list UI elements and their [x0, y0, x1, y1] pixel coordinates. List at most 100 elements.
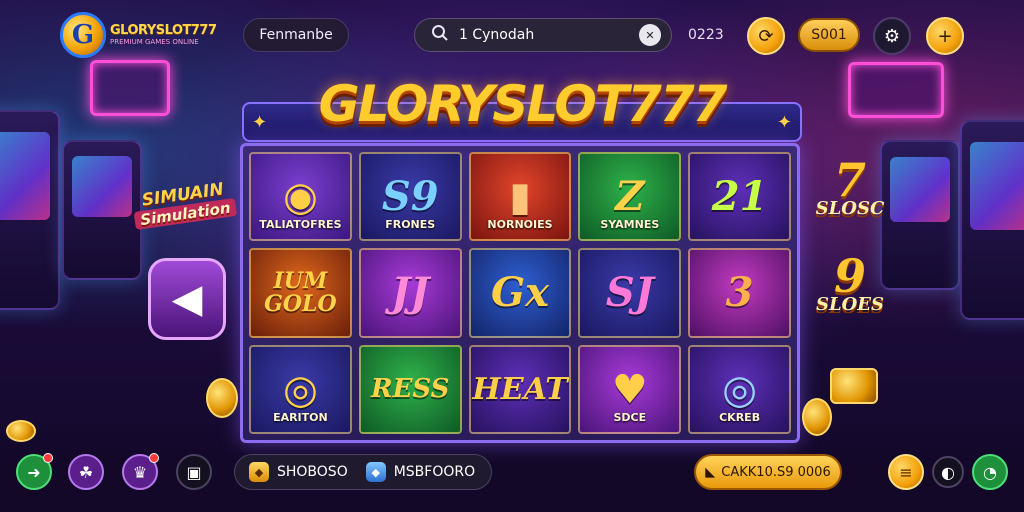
- ticket-icon: ◣: [705, 464, 716, 480]
- tile-symbol: SJ: [605, 269, 654, 317]
- wallet-button[interactable]: ▣: [176, 454, 212, 490]
- game-tile[interactable]: Z SYAMNES: [578, 152, 682, 242]
- search-bar[interactable]: 1 Cynodah ✕: [414, 18, 672, 52]
- claim-label: CAKK10.S9 0006: [721, 464, 831, 480]
- game-tile[interactable]: IUM GOLO: [249, 248, 352, 338]
- game-tile[interactable]: ◎ CKREB: [688, 344, 791, 434]
- game-tile[interactable]: ◉ TALIATOFRES: [249, 152, 352, 242]
- info-button[interactable]: ◐: [932, 456, 964, 488]
- side-symbol-number: 7: [833, 153, 866, 207]
- tile-label: NORNOIES: [487, 218, 553, 232]
- info-icon: ◐: [941, 462, 955, 482]
- chat-icon: ◔: [983, 462, 997, 482]
- slot-machine-decor: [960, 120, 1024, 320]
- notification-dot: [149, 453, 159, 463]
- tile-symbol: 21: [711, 173, 768, 221]
- search-icon: [431, 24, 449, 46]
- gear-icon: ⚙: [883, 25, 901, 47]
- game-tile[interactable]: S9 FRONES: [358, 152, 462, 242]
- game-tile[interactable]: ♥ SDCE: [578, 344, 682, 434]
- add-funds-button[interactable]: +: [926, 17, 964, 55]
- balance-value: S001: [811, 27, 847, 43]
- tile-label: TALIATOFRES: [259, 218, 342, 232]
- gold-bar-decor: [830, 368, 878, 404]
- tile-label: SDCE: [613, 411, 647, 424]
- neon-sign-decor: [90, 60, 170, 116]
- wallet-icon: ▣: [186, 462, 202, 482]
- refresh-icon: ⟳: [758, 25, 774, 47]
- tile-symbol: HEAT: [472, 371, 568, 407]
- side-symbol-label: SLOSC: [815, 198, 885, 220]
- bottom-info-bar[interactable]: ◆ SHOBOSO ◆ MSBFOORO: [234, 454, 492, 490]
- star-icon: ✦: [252, 112, 268, 133]
- game-tile[interactable]: SJ: [578, 248, 682, 338]
- game-tile[interactable]: JJ: [358, 248, 462, 338]
- tile-label: FRONES: [385, 218, 436, 232]
- coin-decor: [802, 398, 832, 436]
- gem-icon: ◆: [365, 462, 386, 482]
- game-tile[interactable]: RESS: [358, 344, 462, 434]
- settings-button[interactable]: ⚙: [873, 17, 911, 55]
- list-icon: ≡: [899, 462, 913, 482]
- banner-title: GLORYSLOT777: [318, 75, 728, 133]
- chat-button[interactable]: ◔: [972, 454, 1008, 490]
- clear-search-icon[interactable]: ✕: [639, 24, 661, 46]
- tile-symbol: 3: [725, 269, 754, 317]
- game-tile[interactable]: 3: [688, 248, 791, 338]
- previous-page-button[interactable]: ◀: [148, 258, 226, 340]
- side-symbol-number: 9: [833, 249, 866, 303]
- people-icon: ☘: [78, 462, 94, 482]
- slot-machine-decor: [62, 140, 142, 280]
- plus-icon: +: [937, 25, 953, 47]
- tile-symbol: ◉: [282, 173, 318, 221]
- tile-symbol: ▮: [508, 173, 531, 221]
- neon-sign-decor: [848, 62, 944, 118]
- game-tile[interactable]: ▮ NORNOIES: [468, 152, 572, 242]
- tile-label: EARITON: [273, 411, 328, 424]
- side-symbol-seven: 7 SLOSC: [810, 153, 890, 220]
- jackpot-counter: 0223: [688, 27, 724, 43]
- game-banner: ✦ ✦ GLORYSLOT777: [242, 62, 802, 146]
- gift-icon: ♛: [132, 462, 148, 482]
- side-symbol-nine: 9 SLOES: [810, 249, 890, 316]
- bottom-item-2: MSBFOORO: [393, 464, 476, 480]
- menu-button-label: Fenmanbe: [259, 27, 333, 43]
- star-icon: ✦: [776, 112, 792, 133]
- tile-symbol: ◎: [722, 365, 758, 413]
- balance-display[interactable]: S001: [798, 18, 860, 52]
- claim-button[interactable]: ◣ CAKK10.S9 0006: [694, 454, 842, 490]
- menu-button[interactable]: Fenmanbe: [243, 18, 349, 52]
- history-button[interactable]: ≡: [888, 454, 924, 490]
- tile-symbol: S9: [381, 173, 439, 221]
- slot-machine-decor: [880, 140, 960, 290]
- tile-symbol: ◎: [282, 365, 318, 413]
- tile-label: CKREB: [719, 411, 761, 424]
- side-symbol-label: SLOES: [815, 294, 885, 316]
- game-tile[interactable]: Gx: [468, 248, 572, 338]
- tile-symbol: JJ: [391, 269, 430, 317]
- logo-subtitle: PREMIUM GAMES ONLINE: [110, 38, 199, 46]
- coin-decor: [6, 420, 36, 442]
- tile-symbol: Z: [615, 173, 645, 221]
- friends-button[interactable]: ☘: [68, 454, 104, 490]
- logo-coin-icon: G: [60, 12, 106, 58]
- tile-label: SYAMNES: [600, 218, 660, 232]
- back-arrow-icon: ◀: [171, 276, 203, 322]
- tile-symbol: Gx: [490, 269, 549, 317]
- share-icon: ➜: [27, 462, 41, 482]
- game-tile[interactable]: 21: [688, 152, 791, 242]
- tile-symbol: RESS: [370, 374, 450, 405]
- game-tile[interactable]: HEAT: [468, 344, 572, 434]
- coin-decor: [206, 378, 238, 418]
- gift-button[interactable]: ♛: [122, 453, 159, 490]
- slot-grid: ◉ TALIATOFRES S9 FRONES ▮ NORNOIES Z SYAMNES…: [240, 143, 800, 443]
- logo-title: GLORYSLOT777: [110, 23, 217, 38]
- coin-icon: ◆: [249, 462, 269, 482]
- slot-machine-decor: [0, 110, 60, 310]
- search-input[interactable]: 1 Cynodah: [459, 27, 534, 43]
- refresh-button[interactable]: ⟳: [747, 17, 785, 55]
- app-logo[interactable]: G GLORYSLOT777 PREMIUM GAMES ONLINE: [60, 10, 220, 60]
- share-button[interactable]: ➜: [16, 453, 53, 490]
- game-tile[interactable]: ◎ EARITON: [249, 344, 352, 434]
- tile-symbol: ♥: [611, 365, 648, 413]
